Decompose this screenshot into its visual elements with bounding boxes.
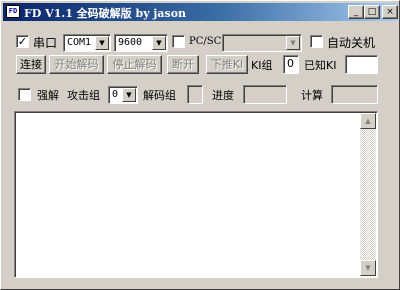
scroll-up-button[interactable]: ▲ xyxy=(360,113,376,129)
arrow-down-icon: ▼ xyxy=(365,264,371,272)
ki-group-field[interactable]: 0 xyxy=(283,55,299,74)
minimize-icon: _ xyxy=(353,7,359,17)
push-ki-button[interactable]: 下推KI xyxy=(206,55,248,74)
decode-group-field xyxy=(187,85,203,104)
auto-shutdown-label: 自动关机 xyxy=(327,36,376,50)
disconnect-button[interactable]: 断开 xyxy=(167,55,199,74)
attack-group-select[interactable]: 0 ▼ xyxy=(108,86,138,104)
known-ki-field[interactable] xyxy=(345,55,378,74)
attack-group-label: 攻击组 xyxy=(67,89,100,102)
vertical-scrollbar[interactable]: ▲ ▼ xyxy=(360,113,376,276)
main-window: FD FD V1.1 全码破解版 by jason _ □ × ✓ 串口 COM… xyxy=(0,0,400,290)
scroll-down-button[interactable]: ▼ xyxy=(360,260,376,276)
stop-decode-button[interactable]: 停止解码 xyxy=(107,55,162,74)
window-title: FD V1.1 全码破解版 by jason xyxy=(24,7,187,20)
count-field xyxy=(331,85,378,104)
close-button[interactable]: × xyxy=(382,5,398,19)
serial-checkbox[interactable]: ✓ xyxy=(16,35,29,48)
close-icon: × xyxy=(386,7,394,17)
baud-select[interactable]: 9600 ▼ xyxy=(114,34,168,52)
output-log[interactable]: ▲ ▼ xyxy=(14,111,378,278)
pcsc-checkbox[interactable] xyxy=(172,35,185,48)
auto-shutdown-checkbox[interactable] xyxy=(310,35,323,48)
count-label: 计算 xyxy=(301,89,323,102)
ki-group-label: KI组 xyxy=(251,59,273,72)
decode-group-label: 解码组 xyxy=(143,89,176,102)
force-decode-checkbox[interactable] xyxy=(18,88,31,101)
app-icon: FD xyxy=(6,5,20,18)
port-value: COM1 xyxy=(67,37,92,48)
arrow-up-icon: ▲ xyxy=(365,117,371,125)
chevron-down-icon[interactable]: ▼ xyxy=(95,36,109,50)
attack-group-value: 0 xyxy=(112,89,119,100)
chevron-down-icon[interactable]: ▼ xyxy=(152,36,166,50)
progress-label: 进度 xyxy=(212,89,234,102)
minimize-button[interactable]: _ xyxy=(348,5,364,19)
known-ki-label: 已知KI xyxy=(304,59,337,72)
chevron-down-icon[interactable]: ▼ xyxy=(286,36,300,50)
chevron-down-icon[interactable]: ▼ xyxy=(122,88,136,102)
baud-value: 9600 xyxy=(118,37,143,48)
maximize-button[interactable]: □ xyxy=(364,5,380,19)
title-bar[interactable]: FD FD V1.1 全码破解版 by jason _ □ × xyxy=(3,3,398,21)
check-icon: ✓ xyxy=(17,35,28,48)
pcsc-label: PC/SC xyxy=(189,36,222,47)
pcsc-reader-select[interactable]: ▼ xyxy=(222,34,302,52)
start-decode-button[interactable]: 开始解码 xyxy=(49,55,104,74)
force-decode-label: 强解 xyxy=(37,89,59,102)
port-select[interactable]: COM1 ▼ xyxy=(63,34,111,52)
serial-label: 串口 xyxy=(33,36,58,50)
connect-button[interactable]: 连接 xyxy=(16,55,46,74)
maximize-icon: □ xyxy=(367,7,377,17)
progress-field xyxy=(243,85,287,104)
